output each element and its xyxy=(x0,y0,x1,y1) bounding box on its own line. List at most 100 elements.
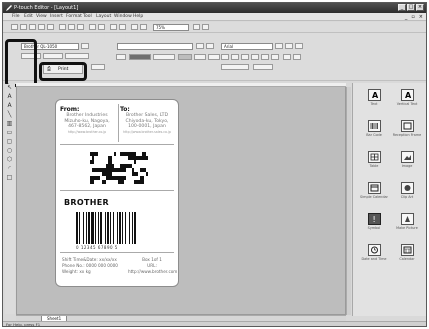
tape-width-icon[interactable] xyxy=(43,53,63,59)
standard-toolbar: 75% xyxy=(3,22,426,33)
align-left-icon[interactable] xyxy=(251,54,259,60)
text-tool-icon[interactable] xyxy=(131,24,138,30)
vertical-text-tool-icon[interactable]: A xyxy=(6,102,13,110)
text-effect-icon[interactable] xyxy=(283,54,291,60)
footer-right[interactable]: Box 1of 1 URL: http://www.brother.com xyxy=(128,257,178,275)
from-block[interactable]: From: Brother Industries Mizuho-ku, Nago… xyxy=(60,106,114,135)
print-preview-icon[interactable] xyxy=(38,24,45,30)
panel-item-make-picture[interactable]: Make Picture xyxy=(392,213,422,230)
menu-view[interactable]: View xyxy=(36,14,47,20)
font-grow-icon[interactable] xyxy=(285,43,293,49)
panel-item-text[interactable]: A Text xyxy=(359,89,389,106)
help-icon[interactable] xyxy=(193,24,200,30)
window-title: P-touch Editor - [Layout1] xyxy=(14,5,79,11)
group-icon[interactable] xyxy=(208,54,220,60)
select-tool-icon[interactable]: ↖ xyxy=(6,84,13,92)
panel-item-label: Bar Code xyxy=(366,133,382,137)
text-options-icon[interactable] xyxy=(221,64,249,70)
footer-left[interactable]: Shift Time&Date: xx/xx/xx Phone No.: 000… xyxy=(62,257,118,275)
1d-barcode[interactable] xyxy=(76,212,160,244)
menu-insert[interactable]: Insert xyxy=(50,14,63,20)
new-icon[interactable] xyxy=(11,24,18,30)
mdi-restore-button[interactable]: ▫ xyxy=(411,14,414,20)
2d-barcode[interactable] xyxy=(90,152,148,184)
open-icon[interactable] xyxy=(20,24,27,30)
align-center-icon[interactable] xyxy=(261,54,269,60)
polygon-tool-icon[interactable]: ⬡ xyxy=(6,156,13,164)
symbol-icon: ! xyxy=(367,213,381,225)
panel-item-clip-art[interactable]: Clip Art xyxy=(392,182,422,199)
zoom-in-icon[interactable] xyxy=(110,24,117,30)
print-icon[interactable] xyxy=(47,24,54,30)
font-shrink-icon[interactable] xyxy=(295,43,303,49)
rectangle-tool-icon[interactable]: ▭ xyxy=(6,129,13,137)
ellipse-tool-icon[interactable]: ○ xyxy=(6,147,13,155)
zoom-select[interactable]: 75% xyxy=(153,24,189,31)
rotate-icon[interactable] xyxy=(116,54,126,60)
mdi-close-button[interactable]: × xyxy=(419,14,423,20)
copy-icon[interactable] xyxy=(68,24,75,30)
align-icon[interactable] xyxy=(194,54,206,60)
bold-icon[interactable] xyxy=(221,54,229,60)
text-tool-icon[interactable]: A xyxy=(6,93,13,101)
underline-icon[interactable] xyxy=(241,54,249,60)
maximize-button[interactable]: □ xyxy=(407,4,415,11)
mdi-minimize-button[interactable]: _ xyxy=(405,14,408,20)
panel-item-label: Vertical Text xyxy=(396,102,418,106)
close-button[interactable]: × xyxy=(416,4,424,11)
font-select[interactable]: Arial xyxy=(221,43,273,50)
rounded-rectangle-tool-icon[interactable]: ▢ xyxy=(6,138,13,146)
arrange-icon[interactable] xyxy=(178,54,192,60)
cut-icon[interactable] xyxy=(59,24,66,30)
barcode-digits: 0 12345 67890 5 xyxy=(76,245,118,250)
save-icon[interactable] xyxy=(29,24,36,30)
style-apply-icon[interactable] xyxy=(206,43,214,49)
minimize-button[interactable]: _ xyxy=(398,4,406,11)
panel-item-symbol[interactable]: ! Symbol xyxy=(359,213,389,230)
panel-item-table[interactable]: Table xyxy=(359,151,389,168)
menu-help[interactable]: Help xyxy=(133,14,143,20)
text-spacing-icon[interactable] xyxy=(253,64,273,70)
insert-icon[interactable] xyxy=(140,24,147,30)
grid-icon[interactable] xyxy=(202,24,209,30)
print-options-icon[interactable] xyxy=(91,64,105,70)
menu-tool[interactable]: Tool xyxy=(83,14,92,20)
frame-icon[interactable] xyxy=(153,54,175,60)
italic-icon[interactable] xyxy=(231,54,239,60)
align-right-icon[interactable] xyxy=(271,54,279,60)
footer-line: http://www.brother.com xyxy=(128,269,178,274)
barcode-tool-icon[interactable]: ▥ xyxy=(6,120,13,128)
style-select[interactable] xyxy=(117,43,193,50)
panel-item-reception-frame[interactable]: Reception Frame xyxy=(392,120,422,137)
arc-tool-icon[interactable]: ◜ xyxy=(6,165,13,173)
brand-text[interactable]: BROTHER xyxy=(64,198,109,207)
undo-icon[interactable] xyxy=(89,24,96,30)
menu-window[interactable]: Window xyxy=(114,14,132,20)
panel-item-label: Reception Frame xyxy=(392,133,422,137)
menu-format[interactable]: Format xyxy=(66,14,82,20)
to-block[interactable]: To: Brother Sales, LTD Chiyoda-ku, Tokyo… xyxy=(120,106,174,135)
menu-file[interactable]: File xyxy=(12,14,20,20)
layout-style-icon[interactable] xyxy=(129,54,151,60)
panel-item-date-and-time[interactable]: Date and Time xyxy=(359,244,389,261)
menu-layout[interactable]: Layout xyxy=(96,14,111,20)
panel-item-bar-code[interactable]: Bar Code xyxy=(359,120,389,137)
redo-icon[interactable] xyxy=(98,24,105,30)
frame-tool-icon[interactable]: □ xyxy=(6,174,13,182)
panel-item-image[interactable]: Image xyxy=(392,151,422,168)
label-paper[interactable]: From: Brother Industries Mizuho-ku, Nago… xyxy=(55,99,179,287)
panel-item-calendar[interactable]: Calendar xyxy=(392,244,422,261)
zoom-out-icon[interactable] xyxy=(119,24,126,30)
panel-item-simple-calendar[interactable]: Simple Calendar xyxy=(359,182,389,199)
vertical-scrollbar[interactable] xyxy=(346,87,351,315)
line-tool-icon[interactable]: ╲ xyxy=(6,111,13,119)
style-arrow-icon[interactable] xyxy=(196,43,204,49)
printer-settings-icon[interactable] xyxy=(81,43,89,49)
text-frame-icon[interactable] xyxy=(293,54,301,60)
panel-item-label: Date and Time xyxy=(361,257,387,261)
panel-item-vertical-text[interactable]: A Vertical Text xyxy=(392,89,422,106)
menu-edit[interactable]: Edit xyxy=(24,14,33,20)
paste-icon[interactable] xyxy=(77,24,84,30)
length-icon[interactable] xyxy=(65,53,89,59)
font-size-select[interactable] xyxy=(275,43,283,49)
